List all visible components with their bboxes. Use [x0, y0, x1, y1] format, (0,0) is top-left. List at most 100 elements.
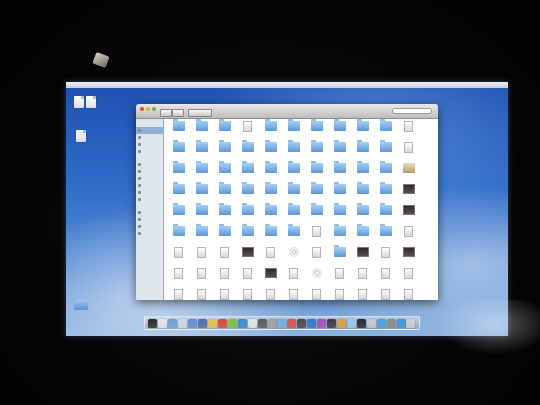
file-item[interactable] — [397, 163, 420, 184]
file-item[interactable] — [328, 224, 351, 247]
file-item[interactable] — [167, 182, 190, 205]
file-item[interactable] — [351, 247, 374, 268]
dock-app-icon[interactable] — [148, 318, 158, 328]
file-item[interactable] — [374, 289, 397, 300]
dock-app-icon[interactable] — [336, 318, 346, 328]
file-item[interactable] — [374, 161, 397, 184]
file-item[interactable] — [259, 119, 282, 142]
dock-app-icon[interactable] — [376, 318, 386, 328]
file-item[interactable] — [259, 203, 282, 226]
file-item[interactable] — [236, 121, 259, 142]
sidebar-item[interactable] — [136, 168, 163, 175]
sidebar-item[interactable] — [136, 230, 163, 237]
sidebar-item[interactable] — [136, 209, 163, 216]
dock-app-icon[interactable] — [188, 318, 198, 328]
dock-app-icon[interactable] — [267, 318, 277, 328]
file-item[interactable] — [374, 247, 397, 268]
close-button[interactable] — [140, 107, 144, 111]
file-item[interactable] — [213, 224, 236, 247]
file-item[interactable] — [213, 140, 236, 163]
dock-app-icon[interactable] — [287, 318, 297, 328]
sidebar-item[interactable] — [136, 223, 163, 230]
file-item[interactable] — [282, 182, 305, 205]
dock-app-icon[interactable] — [217, 318, 227, 328]
file-item[interactable] — [282, 203, 305, 226]
file-item[interactable] — [259, 182, 282, 205]
file-item[interactable] — [167, 247, 190, 268]
desktop-document-icon[interactable] — [76, 130, 86, 142]
file-item[interactable] — [305, 268, 328, 289]
file-item[interactable] — [397, 205, 420, 226]
file-item[interactable] — [236, 268, 259, 289]
file-item[interactable] — [213, 268, 236, 289]
file-item[interactable] — [190, 140, 213, 163]
file-item[interactable] — [305, 140, 328, 163]
file-item[interactable] — [213, 182, 236, 205]
file-item[interactable] — [213, 203, 236, 226]
dock-app-icon[interactable] — [366, 318, 376, 328]
file-item[interactable] — [190, 161, 213, 184]
file-item[interactable] — [397, 247, 420, 268]
file-item[interactable] — [351, 268, 374, 289]
sidebar-item[interactable] — [136, 196, 163, 203]
file-item[interactable] — [282, 289, 305, 300]
file-item[interactable] — [167, 140, 190, 163]
file-item[interactable] — [167, 224, 190, 247]
dock-app-icon[interactable] — [158, 318, 168, 328]
file-item[interactable] — [374, 268, 397, 289]
dock-app-icon[interactable] — [168, 318, 178, 328]
dock-app-icon[interactable] — [237, 318, 247, 328]
file-item[interactable] — [213, 289, 236, 300]
file-item[interactable] — [167, 161, 190, 184]
file-item[interactable] — [236, 289, 259, 300]
dock-app-icon[interactable] — [356, 318, 366, 328]
file-item[interactable] — [397, 121, 420, 142]
file-item[interactable] — [374, 224, 397, 247]
file-item[interactable] — [282, 140, 305, 163]
file-item[interactable] — [328, 245, 351, 268]
file-item[interactable] — [328, 182, 351, 205]
file-item[interactable] — [167, 268, 190, 289]
file-item[interactable] — [351, 119, 374, 142]
file-item[interactable] — [351, 289, 374, 300]
file-item[interactable] — [351, 182, 374, 205]
window-titlebar[interactable] — [136, 104, 438, 119]
file-item[interactable] — [190, 203, 213, 226]
file-item[interactable] — [374, 203, 397, 226]
sidebar-item[interactable] — [136, 161, 163, 168]
minimize-button[interactable] — [146, 107, 150, 111]
sidebar-item[interactable] — [136, 141, 163, 148]
file-item[interactable] — [190, 268, 213, 289]
file-item[interactable] — [259, 268, 282, 289]
file-item[interactable] — [213, 119, 236, 142]
file-item[interactable] — [397, 226, 420, 247]
file-item[interactable] — [328, 161, 351, 184]
sidebar-item[interactable] — [136, 127, 163, 134]
view-switcher[interactable] — [188, 109, 212, 117]
file-item[interactable] — [305, 226, 328, 247]
file-item[interactable] — [351, 224, 374, 247]
file-item[interactable] — [259, 224, 282, 247]
file-item[interactable] — [282, 247, 305, 268]
file-item[interactable] — [259, 140, 282, 163]
desktop-document-icon[interactable] — [86, 96, 96, 108]
dock-app-icon[interactable] — [297, 318, 307, 328]
file-item[interactable] — [236, 161, 259, 184]
file-item[interactable] — [305, 182, 328, 205]
file-item[interactable] — [305, 203, 328, 226]
dock-app-icon[interactable] — [386, 318, 396, 328]
file-item[interactable] — [167, 203, 190, 226]
file-item[interactable] — [167, 119, 190, 142]
file-item[interactable] — [351, 203, 374, 226]
file-item[interactable] — [305, 289, 328, 300]
zoom-button[interactable] — [152, 107, 156, 111]
sidebar-item[interactable] — [136, 189, 163, 196]
file-item[interactable] — [351, 140, 374, 163]
search-input[interactable] — [392, 108, 432, 114]
forward-button[interactable] — [172, 109, 184, 117]
file-item[interactable] — [282, 161, 305, 184]
dock-app-icon[interactable] — [207, 318, 217, 328]
sidebar-item[interactable] — [136, 175, 163, 182]
dock-app-icon[interactable] — [178, 318, 188, 328]
file-item[interactable] — [305, 119, 328, 142]
